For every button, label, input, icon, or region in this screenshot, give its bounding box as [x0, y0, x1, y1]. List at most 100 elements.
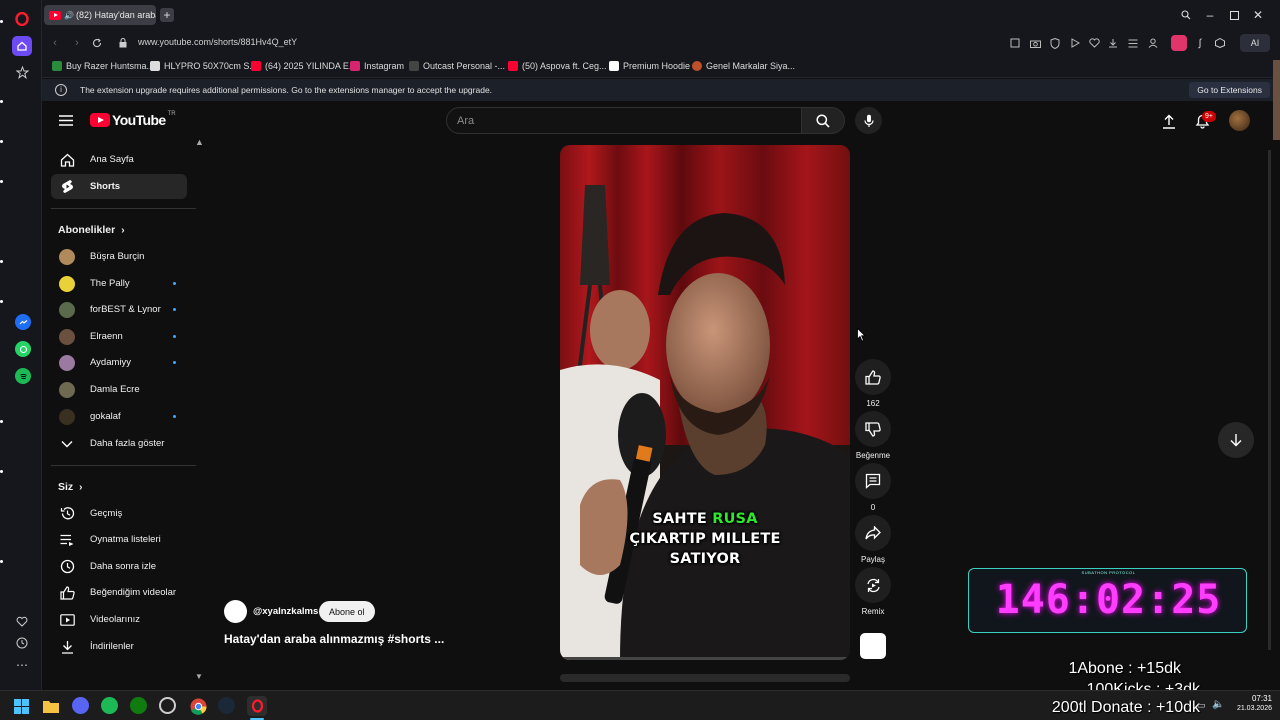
close-button[interactable]: ✕ — [1251, 8, 1265, 22]
clock-date[interactable]: 21.03.2026 — [1222, 705, 1272, 712]
you-heading[interactable]: Siz › — [58, 481, 83, 493]
go-to-extensions-button[interactable]: Go to Extensions — [1189, 82, 1270, 98]
opera-sidebar: ⋯ — [0, 0, 42, 690]
lock-icon[interactable] — [116, 36, 130, 50]
new-tab-button[interactable]: + — [160, 8, 174, 22]
bookmark-item[interactable]: Instagram — [350, 61, 404, 71]
reload-icon[interactable] — [90, 36, 104, 50]
extension-app-icon[interactable] — [1171, 35, 1187, 51]
sidebar-item-home[interactable]: Ana Sayfa — [51, 147, 187, 172]
xbox-icon[interactable] — [130, 697, 147, 714]
sidebar-item-subscription[interactable]: The Pally — [51, 271, 187, 296]
star-icon[interactable] — [13, 63, 31, 81]
windows-start-icon[interactable] — [12, 697, 30, 715]
download-icon[interactable] — [1106, 36, 1120, 50]
heart-outline-icon[interactable] — [1087, 36, 1101, 50]
comments-button[interactable] — [855, 463, 891, 499]
search-input[interactable]: Ara — [446, 107, 802, 134]
maximize-button[interactable] — [1227, 8, 1241, 22]
sidebar-item-subscription[interactable]: Damla Ecre — [51, 377, 187, 402]
clock-time[interactable]: 07:31 — [1232, 694, 1272, 703]
bookmark-item[interactable]: HLYPRO 50X70cm S... — [150, 61, 257, 71]
sound-thumbnail[interactable] — [860, 633, 886, 659]
sidebar-item-shorts[interactable]: Shorts — [51, 174, 187, 199]
next-short-preview[interactable] — [560, 674, 850, 682]
play-icon[interactable] — [1068, 36, 1082, 50]
spotify-icon[interactable] — [101, 697, 118, 714]
edit-icon[interactable] — [1008, 36, 1022, 50]
script-extension-icon[interactable]: ∫ — [1193, 36, 1207, 50]
channel-avatar — [59, 328, 75, 345]
dislike-label: Beğenme — [855, 451, 891, 460]
subscriptions-heading[interactable]: Abonelikler › — [58, 224, 125, 236]
dislike-button[interactable] — [855, 411, 891, 447]
messenger-icon[interactable] — [15, 314, 31, 330]
show-more-button[interactable]: Daha fazla göster — [51, 431, 187, 456]
subscribe-button[interactable]: Abone ol — [319, 601, 375, 622]
opera-taskbar-icon[interactable] — [247, 696, 267, 716]
search-button[interactable] — [801, 107, 845, 134]
minimize-button[interactable]: – — [1203, 8, 1217, 22]
sidebar-item-watch-later[interactable]: Daha sonra izle — [51, 554, 187, 579]
account-avatar[interactable] — [1229, 110, 1250, 131]
short-title[interactable]: Hatay'dan araba alınmazmış #shorts ... — [224, 632, 444, 646]
sidebar-item-your-videos[interactable]: Videolarınız — [51, 607, 187, 632]
sidebar-item-playlists[interactable]: Oynatma listeleri — [51, 527, 187, 552]
discord-icon[interactable] — [72, 697, 89, 714]
sidebar-item-downloads[interactable]: İndirilenler — [51, 634, 187, 659]
extensions-cube-icon[interactable] — [1213, 36, 1227, 50]
remix-button[interactable] — [855, 567, 891, 603]
heart-icon[interactable] — [13, 612, 31, 630]
obs-icon[interactable] — [159, 697, 176, 714]
sidebar-scroll-down-icon[interactable]: ▼ — [195, 672, 203, 681]
bookmark-item[interactable]: Outcast Personal -... — [409, 61, 505, 71]
tab-youtube[interactable]: 🔊 (82) Hatay'dan araba a — [44, 5, 156, 25]
sidebar-item-liked-videos[interactable]: Beğendiğim videolar — [51, 580, 187, 605]
file-explorer-icon[interactable] — [42, 697, 60, 715]
bookmark-item[interactable]: Premium Hoodie — [609, 61, 690, 71]
back-icon[interactable]: ‹ — [48, 36, 62, 50]
search-tabs-icon[interactable] — [1179, 8, 1193, 22]
sidebar-item-history[interactable]: Geçmiş — [51, 501, 187, 526]
history-clock-icon[interactable] — [13, 634, 31, 652]
bookmark-item[interactable]: Buy Razer Huntsma... — [52, 61, 154, 71]
bookmark-item[interactable]: (64) 2025 YILINDA E... — [251, 61, 356, 71]
sidebar-item-subscription[interactable]: Elraenn — [51, 324, 187, 349]
url-text[interactable]: www.youtube.com/shorts/881Hv4Q_etY — [138, 37, 297, 47]
short-video-player[interactable]: SAHTE RUSA ÇIKARTIP MILLETE SATIYOR — [560, 145, 850, 660]
channel-avatar[interactable] — [224, 600, 247, 623]
page-scrollbar[interactable] — [1268, 150, 1271, 650]
forward-icon[interactable]: › — [70, 36, 84, 50]
menu-lines-icon[interactable] — [1126, 36, 1140, 50]
youtube-logo[interactable]: YouTube TR — [90, 111, 176, 128]
next-short-button[interactable] — [1218, 422, 1254, 458]
sidebar-item-subscription[interactable]: gokalaf — [51, 404, 187, 429]
whatsapp-icon[interactable] — [15, 341, 31, 357]
youtube-logo-text: YouTube — [112, 112, 166, 128]
steam-icon[interactable] — [218, 697, 235, 714]
home-icon[interactable] — [12, 36, 32, 56]
sidebar-item-subscription[interactable]: Aydamiyy — [51, 350, 187, 375]
sidebar-item-subscription[interactable]: forBEST & Lynor — [51, 297, 187, 322]
sidebar-item-subscription[interactable]: Büşra Burçin — [51, 244, 187, 269]
share-button[interactable] — [855, 515, 891, 551]
opera-logo-icon[interactable] — [13, 10, 31, 28]
camera-icon[interactable] — [1028, 36, 1042, 50]
like-button[interactable] — [855, 359, 891, 395]
bookmark-item[interactable]: (50) Aspova ft. Ceg... — [508, 61, 607, 71]
sidebar-scroll-up-icon[interactable]: ▲ — [195, 137, 204, 147]
hamburger-menu-icon[interactable] — [58, 113, 74, 127]
profile-icon[interactable] — [1146, 36, 1160, 50]
comments-action: 0 — [855, 463, 891, 512]
more-icon[interactable]: ⋯ — [13, 656, 31, 674]
ai-button[interactable]: AI — [1240, 34, 1270, 52]
spotify-icon[interactable] — [15, 368, 31, 384]
chrome-icon[interactable] — [189, 697, 207, 715]
voice-search-button[interactable] — [855, 107, 882, 134]
bookmark-label: Buy Razer Huntsma... — [66, 61, 155, 71]
network-icon[interactable]: ▭ — [1197, 700, 1206, 711]
bookmark-item[interactable]: Genel Markalar Siya... — [692, 61, 795, 71]
create-upload-icon[interactable] — [1160, 112, 1178, 130]
channel-handle[interactable]: @xyalnzkalms — [253, 606, 318, 617]
shield-icon[interactable] — [1048, 36, 1062, 50]
